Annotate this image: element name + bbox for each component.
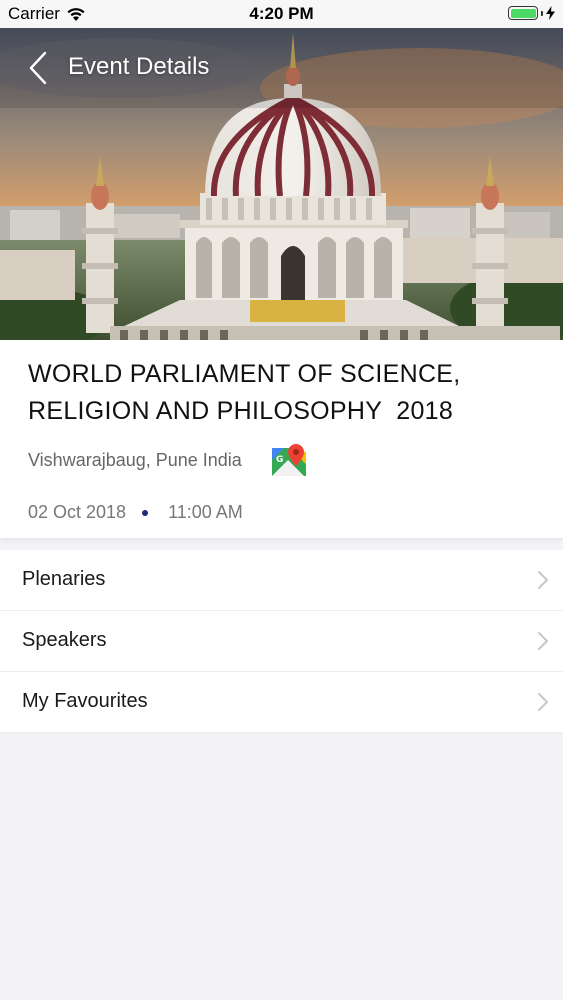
menu-item-label: Speakers: [22, 629, 107, 651]
back-button[interactable]: [20, 50, 56, 86]
event-menu-list: Plenaries Speakers My Favourites: [0, 550, 563, 733]
svg-text:G: G: [276, 455, 283, 465]
event-datetime: 02 Oct 2018 11:00 AM: [28, 502, 243, 523]
event-location: Vishwarajbaug, Pune India: [28, 450, 242, 470]
menu-item-plenaries[interactable]: Plenaries: [0, 550, 563, 611]
menu-item-my-favourites[interactable]: My Favourites: [0, 672, 563, 733]
event-banner-image: Event Details: [0, 28, 563, 340]
battery-icon: [508, 6, 538, 20]
chevron-right-icon: [538, 632, 548, 650]
page-title: Event Details: [68, 53, 210, 80]
separator-dot: [142, 509, 149, 516]
event-info-card: WORLD PARLIAMENT OF SCIENCE, RELIGION AN…: [0, 340, 563, 538]
menu-item-label: Plenaries: [22, 568, 106, 590]
chevron-right-icon: [538, 571, 548, 589]
event-time: 11:00 AM: [168, 502, 243, 522]
google-maps-icon: G: [272, 444, 306, 476]
google-maps-button[interactable]: G: [270, 442, 308, 480]
charging-bolt-icon: [546, 6, 555, 20]
chevron-left-icon: [29, 51, 47, 85]
status-time: 4:20 PM: [249, 4, 314, 23]
status-bar: Carrier 4:20 PM: [0, 0, 563, 28]
battery-indicator: [508, 6, 555, 20]
event-title: WORLD PARLIAMENT OF SCIENCE, RELIGION AN…: [28, 360, 461, 425]
event-date: 02 Oct 2018: [28, 502, 127, 522]
chevron-right-icon: [538, 693, 548, 711]
menu-item-label: My Favourites: [22, 690, 148, 712]
menu-item-speakers[interactable]: Speakers: [0, 611, 563, 672]
